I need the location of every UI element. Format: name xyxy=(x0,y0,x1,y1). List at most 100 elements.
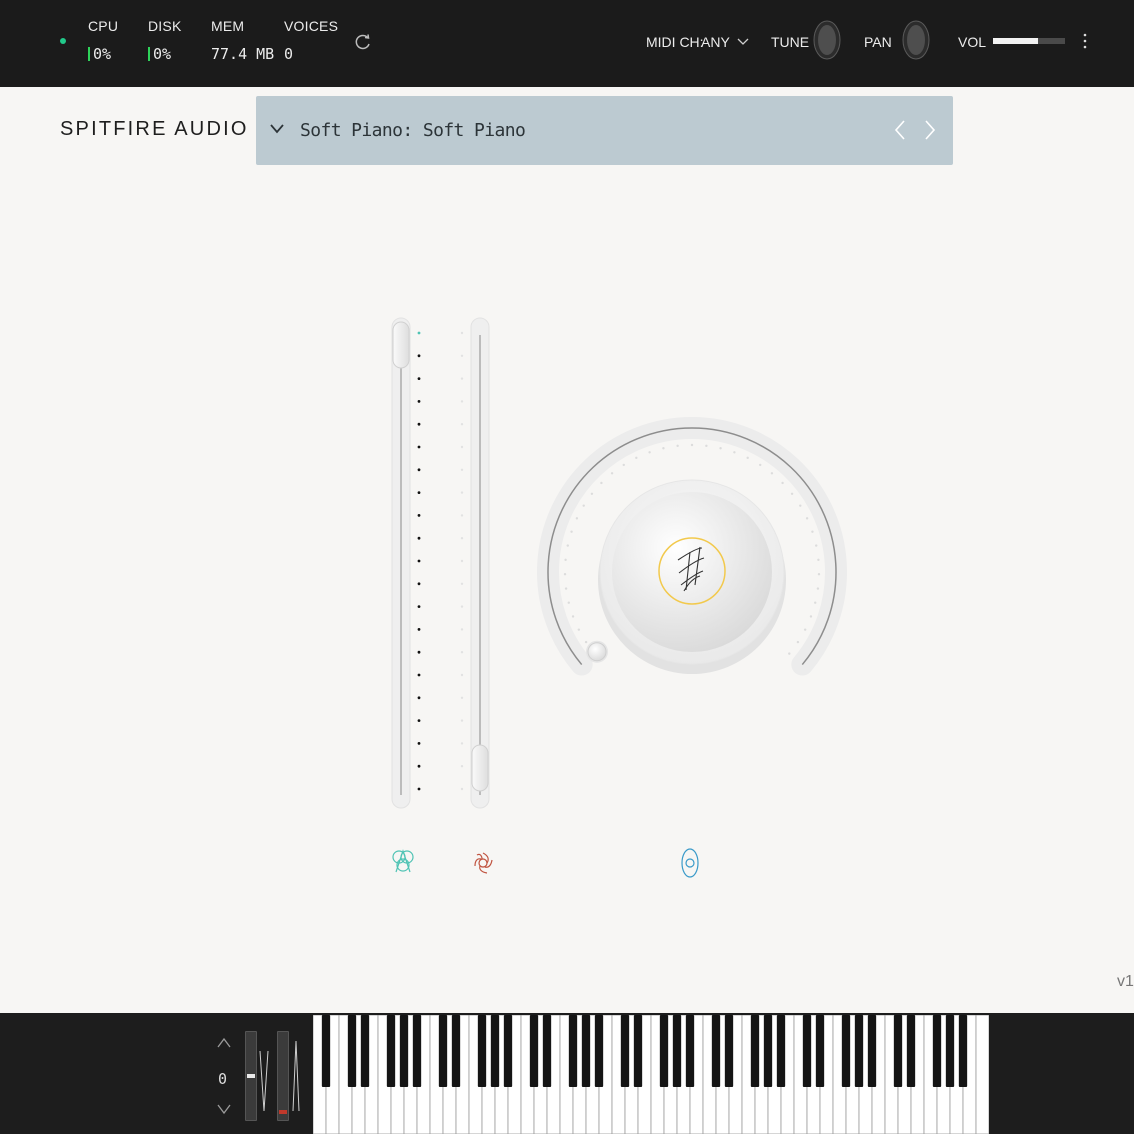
expression-scale-dot xyxy=(417,354,421,358)
piano-black-key[interactable] xyxy=(841,1015,851,1087)
piano-black-key[interactable] xyxy=(763,1015,773,1087)
controls-canvas xyxy=(391,317,847,878)
reverb-scale-dot xyxy=(781,481,784,485)
piano-black-key[interactable] xyxy=(893,1015,903,1087)
dynamics-scale-dot xyxy=(460,605,464,608)
piano-black-key[interactable] xyxy=(529,1015,539,1087)
piano-black-key[interactable] xyxy=(932,1015,942,1087)
dynamics-scale-dot xyxy=(460,537,464,540)
expression-scale-dot xyxy=(417,696,421,700)
piano-black-key[interactable] xyxy=(581,1015,591,1087)
piano-black-key[interactable] xyxy=(802,1015,812,1087)
expression-fader-handle[interactable] xyxy=(392,321,410,369)
reverb-dial-handle[interactable] xyxy=(586,640,609,663)
reverb-scale-dot xyxy=(790,492,794,496)
dynamics-scale-dot xyxy=(460,719,464,722)
reverb-scale-dot xyxy=(590,492,594,496)
reverb-scale-dot xyxy=(796,640,800,644)
mod-wheel[interactable] xyxy=(277,1031,289,1121)
main-controls xyxy=(0,0,1134,1010)
piano-black-key[interactable] xyxy=(724,1015,734,1087)
expression-scale-dot xyxy=(417,514,421,517)
reverb-dial[interactable] xyxy=(537,417,847,676)
expression-scale-dot xyxy=(417,377,421,380)
pitch-wheel-marker xyxy=(247,1074,255,1078)
octave-up-icon[interactable] xyxy=(217,1037,231,1049)
piano-black-key[interactable] xyxy=(568,1015,578,1087)
expression-scale-dot xyxy=(417,650,421,654)
reverb-scale-dot xyxy=(817,573,821,576)
reverb-scale-dot xyxy=(600,481,603,485)
piano-black-key[interactable] xyxy=(386,1015,396,1087)
piano-black-key[interactable] xyxy=(815,1015,825,1087)
piano-black-key[interactable] xyxy=(633,1015,643,1087)
expression-scale-dot xyxy=(417,422,421,426)
dynamics-scale-dot xyxy=(460,582,464,585)
piano-black-key[interactable] xyxy=(945,1015,955,1087)
dynamics-scale-dot xyxy=(460,651,464,654)
dynamics-fader[interactable] xyxy=(460,317,490,809)
piano-black-key[interactable] xyxy=(776,1015,786,1087)
piano-black-key[interactable] xyxy=(412,1015,422,1087)
reverb-scale-dot xyxy=(563,573,567,576)
octave-value: 0 xyxy=(218,1070,228,1088)
piano-black-key[interactable] xyxy=(594,1015,604,1087)
piano-white-key[interactable] xyxy=(975,1015,989,1134)
piano-black-key[interactable] xyxy=(958,1015,968,1087)
octave-down-icon[interactable] xyxy=(217,1103,231,1115)
piano-black-key[interactable] xyxy=(750,1015,760,1087)
piano-black-key[interactable] xyxy=(672,1015,682,1087)
dynamics-scale-dot xyxy=(460,423,464,426)
reverb-scale-dot xyxy=(584,640,588,644)
piano-black-key[interactable] xyxy=(399,1015,409,1087)
reverb-scale-dot xyxy=(733,451,736,454)
piano-black-key[interactable] xyxy=(659,1015,669,1087)
reverb-scale-dot xyxy=(816,587,820,590)
piano-keyboard[interactable] xyxy=(313,1015,989,1134)
piano-black-key[interactable] xyxy=(438,1015,448,1087)
reverb-scale-dot xyxy=(571,615,575,618)
expression-scale-dot xyxy=(417,331,421,335)
piano-black-key[interactable] xyxy=(360,1015,370,1087)
piano-black-key[interactable] xyxy=(477,1015,487,1087)
expression-scale-dot xyxy=(417,719,421,722)
piano-black-key[interactable] xyxy=(685,1015,695,1087)
expression-scale-dot xyxy=(417,559,421,563)
reverb-scale-dot xyxy=(770,472,774,475)
reverb-scale-dot xyxy=(799,504,802,507)
piano-black-key[interactable] xyxy=(867,1015,877,1087)
reverb-scale-dot xyxy=(635,456,638,460)
piano-black-key[interactable] xyxy=(490,1015,500,1087)
expression-scale-dot xyxy=(417,445,421,449)
piano-black-key[interactable] xyxy=(451,1015,461,1087)
expression-scale-dot xyxy=(417,787,421,791)
keyboard-strip: 0 xyxy=(0,1013,1134,1134)
reverb-scale-dot xyxy=(811,530,814,533)
piano-black-key[interactable] xyxy=(906,1015,916,1087)
reverb-scale-dot xyxy=(705,444,708,448)
reverb-scale-dot xyxy=(648,451,651,454)
expression-fader[interactable] xyxy=(391,317,421,809)
mod-wheel-marker xyxy=(279,1110,287,1114)
expression-scale-dot xyxy=(417,742,421,745)
reverb-scale-dot xyxy=(759,463,762,467)
piano-black-key[interactable] xyxy=(854,1015,864,1087)
dynamics-scale-dot xyxy=(460,400,464,403)
dynamics-scale-dot xyxy=(460,491,464,494)
reverb-scale-dot xyxy=(815,544,818,547)
dynamics-fader-handle[interactable] xyxy=(471,744,489,792)
dynamics-icon xyxy=(474,852,493,874)
pitch-wheel[interactable] xyxy=(245,1031,257,1121)
expression-scale-dot xyxy=(417,491,421,494)
expression-scale-dots xyxy=(417,331,421,791)
piano-black-key[interactable] xyxy=(347,1015,357,1087)
piano-black-key[interactable] xyxy=(542,1015,552,1087)
piano-black-key[interactable] xyxy=(620,1015,630,1087)
dynamics-scale-dot xyxy=(460,787,464,791)
reverb-scale-dot xyxy=(719,447,722,450)
piano-black-key[interactable] xyxy=(321,1015,331,1087)
reverb-scale-dot xyxy=(805,517,809,520)
pitch-wheel-indicator xyxy=(259,1051,269,1111)
piano-black-key[interactable] xyxy=(711,1015,721,1087)
piano-black-key[interactable] xyxy=(503,1015,513,1087)
